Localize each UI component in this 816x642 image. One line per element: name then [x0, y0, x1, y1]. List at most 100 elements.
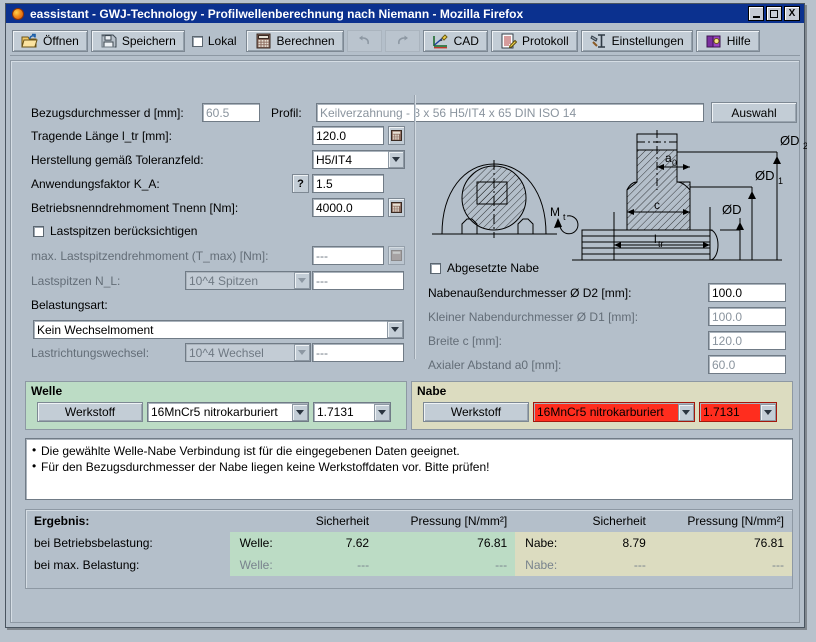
content-panel: Bezugsdurchmesser d [mm]: 60.5 Profil: K… [10, 60, 800, 623]
max-lastspitzendrehmoment-field[interactable]: --- [312, 246, 384, 265]
cad-pencil-icon [432, 33, 449, 49]
svg-text:1: 1 [778, 176, 783, 186]
help-button-label: Hilfe [727, 34, 751, 48]
label-bezugsdurchmesser: Bezugsdurchmesser d [mm]: [31, 106, 184, 120]
protocol-button[interactable]: Protokoll [491, 30, 578, 52]
row-max-hub-pressung: --- [654, 554, 792, 576]
chevron-down-icon[interactable] [387, 321, 403, 338]
list-item: Die gewählte Welle-Nabe Verbindung ist f… [32, 443, 786, 459]
message-box: Die gewählte Welle-Nabe Verbindung ist f… [25, 438, 793, 500]
cad-button-label: CAD [454, 34, 479, 48]
chevron-down-icon[interactable] [292, 404, 308, 421]
local-checkbox[interactable]: Lokal [188, 30, 243, 52]
shaft-material-combo[interactable]: 16MnCr5 nitrokarburiert [147, 402, 309, 422]
row-label-betrieb: bei Betriebsbelastung: [26, 532, 230, 554]
lastspitzen-nl-unit-combo[interactable]: 10^4 Spitzen [185, 271, 311, 290]
row-max-shaft-sicherheit: --- [293, 554, 378, 576]
chevron-down-icon[interactable] [294, 344, 310, 361]
save-button[interactable]: Speichern [91, 30, 185, 52]
label-max-lastspitzendrehmoment: max. Lastspitzendrehmoment (T_max) [Nm]: [31, 249, 268, 263]
dim-label-d1: ØD [755, 168, 775, 183]
col-pressung-shaft: Pressung [N/mm²] [377, 510, 515, 532]
svg-text:2: 2 [803, 141, 807, 151]
local-checkbox-box[interactable] [192, 36, 203, 47]
svg-text:tr: tr [658, 239, 664, 249]
hub-material-combo[interactable]: 16MnCr5 nitrokarburiert [533, 402, 695, 422]
maximize-button[interactable] [766, 6, 782, 21]
chevron-down-icon[interactable] [388, 151, 404, 168]
dim-label-mt: M [550, 205, 560, 219]
label-d1: Kleiner Nabendurchmesser Ø D1 [mm]: [428, 310, 638, 324]
chevron-down-icon[interactable] [678, 404, 694, 421]
undo-icon [356, 33, 373, 49]
calculate-button-label: Berechnen [277, 34, 335, 48]
row-betrieb-hub-name: Nabe: [515, 532, 569, 554]
application-window: eassistant - GWJ-Technology - Profilwell… [5, 3, 805, 628]
content-inner: Bezugsdurchmesser d [mm]: 60.5 Profil: K… [17, 67, 793, 616]
chevron-down-icon[interactable] [374, 404, 390, 421]
calculate-button[interactable]: Berechnen [246, 30, 344, 52]
lastrichtungswechsel-unit: 10^4 Wechsel [186, 346, 294, 360]
table-header-row: Ergebnis: Sicherheit Pressung [N/mm²] Si… [26, 510, 792, 532]
row-betrieb-hub-sicherheit: 8.79 [569, 532, 654, 554]
col-sicherheit-hub: Sicherheit [569, 510, 654, 532]
label-anwendungsfaktor: Anwendungsfaktor K_A: [31, 177, 160, 191]
belastungsart-combo[interactable]: Kein Wechselmoment [33, 320, 404, 339]
hub-material-button[interactable]: Werkstoff [423, 402, 529, 422]
label-lastspitzen-nl: Lastspitzen N_L: [31, 274, 120, 288]
shaft-material-button[interactable]: Werkstoff [37, 402, 143, 422]
label-breite: Breite c [mm]: [428, 334, 502, 348]
row-betrieb-shaft-pressung: 76.81 [377, 532, 515, 554]
row-betrieb-hub-pressung: 76.81 [654, 532, 792, 554]
a0-field[interactable]: 60.0 [708, 355, 786, 374]
shaft-material-value: 16MnCr5 nitrokarburiert [148, 405, 292, 419]
open-button[interactable]: Öffnen [12, 30, 88, 52]
lastspitzen-checkbox-box[interactable] [33, 226, 44, 237]
breite-field[interactable]: 120.0 [708, 331, 786, 350]
minimize-button[interactable] [748, 6, 764, 21]
redo-button [385, 30, 420, 52]
dim-label-d2: ØD [780, 133, 800, 148]
row-betrieb-shaft-name: Welle: [230, 532, 293, 554]
svg-text:t: t [563, 212, 566, 222]
tragende-laenge-calculator-icon[interactable] [388, 126, 405, 145]
settings-button-label: Einstellungen [612, 34, 684, 48]
chevron-down-icon[interactable] [294, 272, 310, 289]
abgesetzte-nabe-checkbox[interactable]: Abgesetzte Nabe [430, 261, 539, 275]
abgesetzte-nabe-checkbox-box[interactable] [430, 263, 441, 274]
toleranzfeld-combo[interactable]: H5/IT4 [312, 150, 405, 169]
betriebsnenndrehmoment-calculator-icon[interactable] [388, 198, 405, 217]
save-button-label: Speichern [122, 34, 176, 48]
dim-label-a0: a [665, 151, 672, 165]
d2-field[interactable]: 100.0 [708, 283, 786, 302]
chevron-down-icon[interactable] [760, 404, 776, 421]
help-book-icon [705, 33, 722, 49]
col-sicherheit-shaft: Sicherheit [293, 510, 378, 532]
close-button[interactable]: X [784, 6, 800, 21]
lastrichtungswechsel-field[interactable]: --- [312, 343, 404, 362]
max-lastspitzendrehmoment-calculator-icon [388, 246, 405, 265]
row-max-hub-sicherheit: --- [569, 554, 654, 576]
lastspitzen-checkbox[interactable]: Lastspitzen berücksichtigen [33, 224, 197, 238]
tragende-laenge-field[interactable]: 120.0 [312, 126, 384, 145]
row-label-max: bei max. Belastung: [26, 554, 230, 576]
label-a0: Axialer Abstand a0 [mm]: [428, 358, 561, 372]
shaft-material-number-combo[interactable]: 1.7131 [313, 402, 391, 422]
settings-button[interactable]: Einstellungen [581, 30, 693, 52]
bezugsdurchmesser-field[interactable]: 60.5 [202, 103, 260, 122]
open-button-label: Öffnen [43, 34, 79, 48]
floppy-disk-icon [100, 33, 117, 49]
desktop-background: eassistant - GWJ-Technology - Profilwell… [0, 0, 816, 642]
folder-open-icon [21, 33, 38, 49]
hub-material-number-combo[interactable]: 1.7131 [699, 402, 777, 422]
cad-button[interactable]: CAD [423, 30, 488, 52]
message-list: Die gewählte Welle-Nabe Verbindung ist f… [32, 443, 786, 475]
betriebsnenndrehmoment-field[interactable]: 4000.0 [312, 198, 384, 217]
lastrichtungswechsel-unit-combo[interactable]: 10^4 Wechsel [185, 343, 311, 362]
anwendungsfaktor-field[interactable]: 1.5 [312, 174, 384, 193]
d1-field[interactable]: 100.0 [708, 307, 786, 326]
document-pencil-icon [500, 33, 517, 49]
help-button[interactable]: Hilfe [696, 30, 760, 52]
lastspitzen-nl-field[interactable]: --- [312, 271, 404, 290]
anwendungsfaktor-help-icon[interactable]: ? [292, 174, 309, 193]
